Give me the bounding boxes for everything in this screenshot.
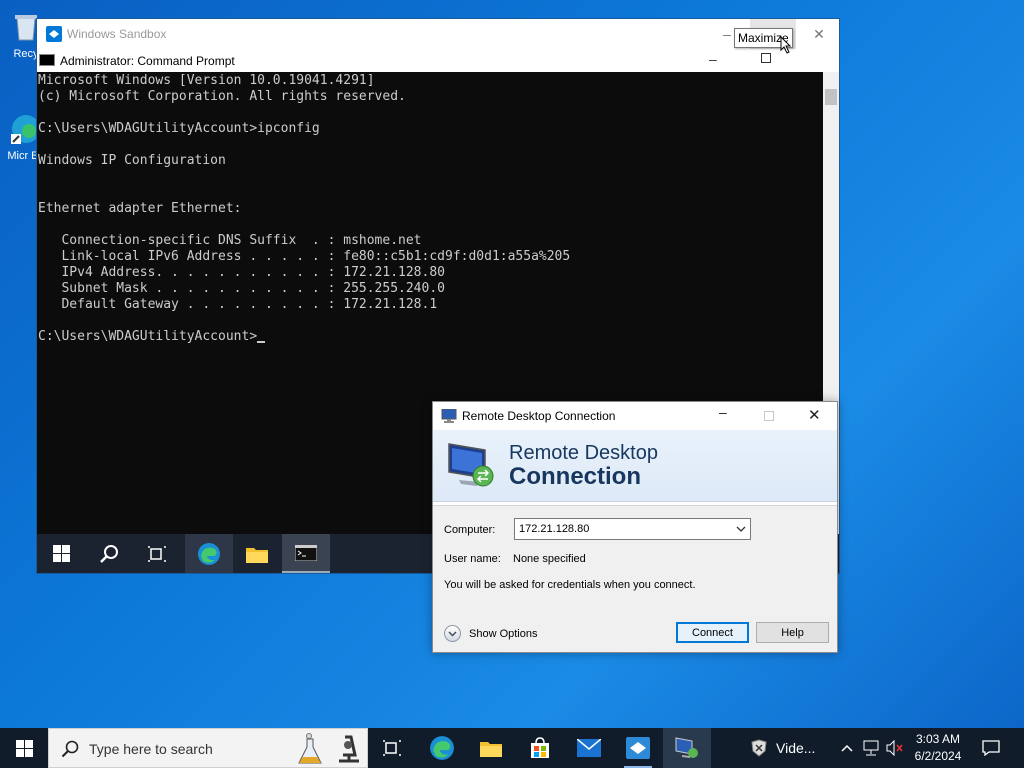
show-hidden-icons-button[interactable] bbox=[838, 728, 856, 768]
mouse-cursor-icon bbox=[780, 36, 792, 54]
sandbox-taskbar-edge[interactable] bbox=[185, 534, 233, 573]
sandbox-title: Windows Sandbox bbox=[67, 27, 167, 41]
edge-icon bbox=[198, 542, 220, 565]
help-button[interactable]: Help bbox=[756, 622, 829, 643]
rdc-banner: Remote Desktop Connection bbox=[433, 430, 837, 502]
username-label: User name: bbox=[444, 553, 501, 565]
computer-label: Computer: bbox=[444, 524, 496, 536]
notification-icon bbox=[982, 740, 1000, 756]
taskbar-windows-sandbox[interactable] bbox=[614, 728, 662, 768]
search-icon bbox=[100, 544, 118, 563]
cmd-titlebar[interactable]: Administrator: Command Prompt – bbox=[37, 49, 839, 72]
rdc-titlebar[interactable]: Remote Desktop Connection – ✕ bbox=[433, 402, 837, 430]
sandbox-task-view-button[interactable] bbox=[133, 534, 181, 573]
chevron-down-icon[interactable] bbox=[733, 520, 749, 538]
mail-icon bbox=[577, 739, 601, 757]
sandbox-taskbar-cmd[interactable] bbox=[282, 534, 330, 573]
task-view-icon bbox=[148, 545, 166, 562]
search-icon bbox=[61, 740, 79, 758]
network-icon bbox=[863, 740, 879, 756]
credentials-note: You will be asked for credentials when y… bbox=[444, 579, 696, 591]
connect-button[interactable]: Connect bbox=[676, 622, 749, 643]
hockey-shield-icon bbox=[751, 739, 767, 757]
taskbar-remote-desktop[interactable] bbox=[663, 728, 711, 768]
rdc-title: Remote Desktop Connection bbox=[462, 409, 616, 423]
rdc-brand-line1: Remote Desktop bbox=[509, 442, 658, 464]
rdc-dialog[interactable]: Remote Desktop Connection – ✕ Remote Des… bbox=[432, 401, 838, 653]
remote-desktop-monitor-icon bbox=[445, 440, 501, 492]
rdc-title-icon bbox=[441, 408, 457, 423]
username-value: None specified bbox=[513, 553, 586, 565]
cmd-scrollbar-thumb[interactable] bbox=[825, 89, 837, 105]
computer-value: 172.21.128.80 bbox=[519, 523, 590, 535]
taskbar-clock[interactable]: 3:03 AM 6/2/2024 bbox=[905, 728, 971, 768]
cmd-restore-button[interactable] bbox=[761, 53, 771, 63]
cmd-output: Microsoft Windows [Version 10.0.19041.42… bbox=[38, 73, 570, 345]
network-tray-icon[interactable] bbox=[860, 728, 882, 768]
cmd-title: Administrator: Command Prompt bbox=[60, 54, 235, 68]
taskbar-edge[interactable] bbox=[418, 728, 466, 768]
chevron-down-circle-icon bbox=[444, 625, 461, 642]
sandbox-icon bbox=[46, 26, 62, 42]
clock-date: 6/2/2024 bbox=[914, 749, 962, 763]
taskbar: Type here to search Vide... 3:03 AM 6/2/… bbox=[0, 728, 1024, 768]
sandbox-close-button[interactable]: ✕ bbox=[796, 19, 842, 49]
sandbox-taskbar-file-explorer[interactable] bbox=[233, 534, 281, 573]
task-view-button[interactable] bbox=[368, 728, 416, 768]
chevron-up-icon bbox=[841, 744, 853, 752]
rdc-brand-line2: Connection bbox=[509, 463, 641, 490]
computer-combobox[interactable]: 172.21.128.80 bbox=[514, 518, 751, 540]
sandbox-icon bbox=[626, 737, 650, 759]
show-options-label: Show Options bbox=[469, 628, 538, 640]
cmd-output-lines: Microsoft Windows [Version 10.0.19041.42… bbox=[38, 73, 571, 312]
show-options-toggle[interactable]: Show Options bbox=[444, 625, 554, 643]
rdc-close-button[interactable]: ✕ bbox=[808, 406, 821, 424]
folder-icon bbox=[246, 547, 268, 563]
clock-time: 3:03 AM bbox=[915, 732, 961, 746]
cmd-minimize-button[interactable]: – bbox=[709, 51, 717, 67]
rdc-maximize-button bbox=[764, 411, 774, 421]
windows-logo-icon bbox=[52, 545, 70, 562]
news-text: Vide... bbox=[776, 740, 816, 756]
folder-icon bbox=[480, 742, 502, 757]
cmd-prompt: C:\Users\WDAGUtilityAccount> bbox=[38, 329, 258, 344]
windows-logo-icon bbox=[15, 739, 33, 757]
sandbox-start-button[interactable] bbox=[37, 534, 85, 573]
science-lab-icon bbox=[298, 733, 359, 764]
edge-icon bbox=[430, 736, 454, 760]
text-cursor bbox=[257, 341, 266, 343]
remote-desktop-icon bbox=[675, 737, 698, 758]
sandbox-search-button[interactable] bbox=[85, 534, 133, 573]
volume-muted-icon bbox=[886, 740, 903, 756]
taskbar-mail[interactable] bbox=[565, 728, 613, 768]
taskbar-file-explorer[interactable] bbox=[467, 728, 515, 768]
rdc-minimize-button[interactable]: – bbox=[719, 404, 727, 420]
rdc-divider bbox=[433, 502, 837, 506]
sandbox-titlebar[interactable]: Windows Sandbox – ✕ bbox=[37, 19, 839, 49]
search-placeholder: Type here to search bbox=[89, 741, 213, 757]
action-center-button[interactable] bbox=[971, 728, 1011, 768]
volume-tray-icon[interactable] bbox=[884, 728, 906, 768]
news-widget[interactable]: Vide... bbox=[748, 728, 828, 768]
task-view-icon bbox=[383, 740, 401, 756]
taskbar-store[interactable] bbox=[516, 728, 564, 768]
taskbar-search-box[interactable]: Type here to search bbox=[48, 728, 368, 768]
cmd-icon bbox=[295, 544, 317, 561]
store-icon bbox=[531, 737, 549, 758]
start-button[interactable] bbox=[0, 728, 48, 768]
cmd-icon bbox=[39, 54, 55, 66]
